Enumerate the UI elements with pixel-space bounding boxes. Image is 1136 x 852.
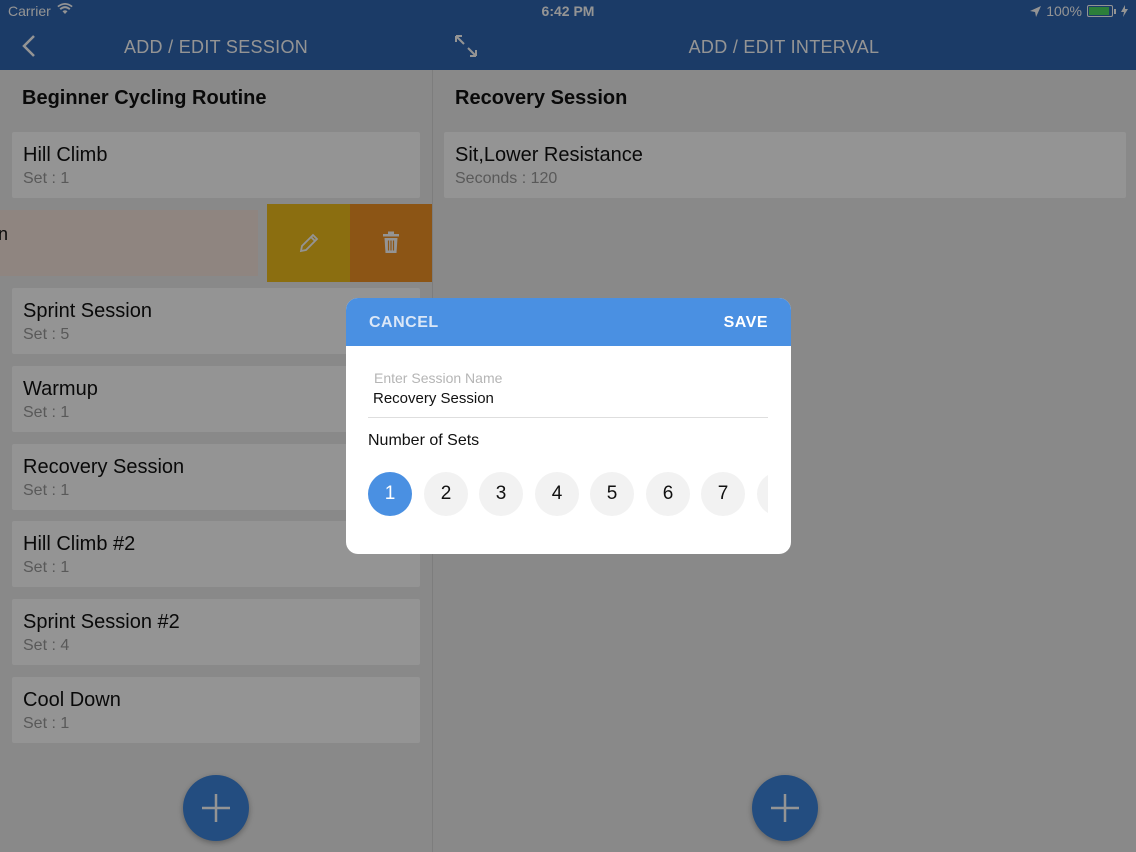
set-option-1[interactable]: 1 [368, 472, 412, 516]
set-option-2[interactable]: 2 [424, 472, 468, 516]
edit-session-dialog: CANCEL SAVE Enter Session Name Number of… [346, 298, 791, 554]
set-option-3[interactable]: 3 [479, 472, 523, 516]
cancel-button[interactable]: CANCEL [369, 314, 439, 332]
set-option-6[interactable]: 6 [646, 472, 690, 516]
input-underline [368, 417, 768, 418]
sets-picker[interactable]: 1 2 3 4 5 6 7 8 [368, 472, 768, 518]
dialog-header: CANCEL SAVE [346, 298, 791, 346]
set-option-5[interactable]: 5 [590, 472, 634, 516]
set-option-7[interactable]: 7 [701, 472, 745, 516]
session-name-input[interactable] [373, 390, 753, 407]
set-option-8[interactable]: 8 [757, 472, 768, 516]
save-button[interactable]: SAVE [724, 314, 768, 332]
session-name-placeholder: Enter Session Name [374, 370, 503, 386]
number-of-sets-label: Number of Sets [368, 432, 480, 449]
set-option-4[interactable]: 4 [535, 472, 579, 516]
